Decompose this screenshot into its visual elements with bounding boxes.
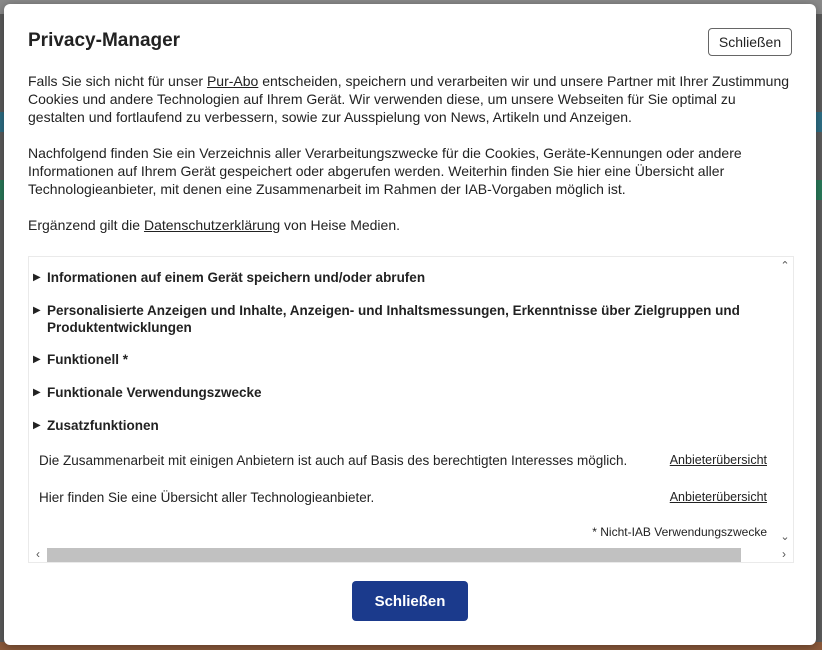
technology-vendors-row: Hier finden Sie eine Übersicht aller Tec… (39, 489, 767, 506)
purpose-label: Zusatzfunktionen (47, 418, 159, 433)
pur-abo-link[interactable]: Pur-Abo (207, 73, 258, 89)
triangle-right-icon: ▶ (33, 305, 41, 316)
chevron-up-icon[interactable]: ⌃ (777, 259, 793, 273)
close-button-primary[interactable]: Schließen (352, 581, 468, 621)
privacy-manager-dialog: Privacy-Manager Schließen Falls Sie sich… (4, 4, 816, 645)
triangle-right-icon: ▶ (33, 354, 41, 365)
purpose-item-functional-purposes[interactable]: ▶ Funktionale Verwendungszwecke (33, 384, 763, 401)
close-button-top[interactable]: Schließen (708, 28, 792, 56)
chevron-down-icon[interactable]: ⌄ (777, 530, 793, 544)
intro-paragraph-2: Nachfolgend finden Sie ein Verzeichnis a… (28, 145, 742, 197)
purposes-scroll-area[interactable]: ▶ Informationen auf einem Gerät speicher… (28, 256, 794, 563)
intro-text-segment: Falls Sie sich nicht für unser (28, 73, 207, 89)
purpose-item-additional-features[interactable]: ▶ Zusatzfunktionen (33, 417, 763, 434)
privacy-policy-link[interactable]: Datenschutzerklärung (144, 217, 280, 233)
purpose-label: Funktionale Verwendungszwecke (47, 385, 262, 400)
legitimate-interest-row: Die Zusammenarbeit mit einigen Anbietern… (39, 452, 767, 469)
triangle-right-icon: ▶ (33, 420, 41, 431)
intro-paragraph-3: Ergänzend gilt die Datenschutzerklärung … (28, 216, 796, 234)
chevron-left-icon[interactable]: ‹ (31, 546, 45, 562)
vendor-overview-link[interactable]: Anbieterübersicht (670, 489, 767, 506)
legitimate-interest-text: Die Zusammenarbeit mit einigen Anbietern… (39, 453, 628, 468)
purpose-item-functional[interactable]: ▶ Funktionell * (33, 351, 763, 368)
vendor-overview-link[interactable]: Anbieterübersicht (670, 452, 767, 469)
intro-text-segment: von Heise Medien. (280, 217, 400, 233)
intro-text-segment: Ergänzend gilt die (28, 217, 144, 233)
horizontal-scrollbar[interactable]: ‹ › (29, 546, 786, 562)
intro-paragraph-1: Falls Sie sich nicht für unser Pur-Abo e… (28, 72, 796, 126)
purpose-label: Personalisierte Anzeigen und Inhalte, An… (47, 303, 740, 335)
horizontal-scroll-thumb[interactable] (47, 548, 741, 562)
dialog-title: Privacy-Manager (28, 30, 181, 51)
purpose-item-personalised-ads[interactable]: ▶ Personalisierte Anzeigen und Inhalte, … (33, 302, 763, 336)
non-iab-footnote: * Nicht-IAB Verwendungszwecke (592, 525, 767, 539)
purpose-label: Informationen auf einem Gerät speichern … (47, 270, 426, 285)
purpose-label: Funktionell * (47, 352, 128, 367)
vertical-scrollbar[interactable]: ⌃ ⌄ (777, 257, 793, 546)
purpose-item-storage[interactable]: ▶ Informationen auf einem Gerät speicher… (33, 269, 763, 286)
triangle-right-icon: ▶ (33, 272, 41, 283)
intro-text: Falls Sie sich nicht für unser Pur-Abo e… (28, 72, 796, 252)
chevron-right-icon[interactable]: › (777, 546, 791, 562)
technology-vendors-text: Hier finden Sie eine Übersicht aller Tec… (39, 490, 375, 505)
triangle-right-icon: ▶ (33, 387, 41, 398)
